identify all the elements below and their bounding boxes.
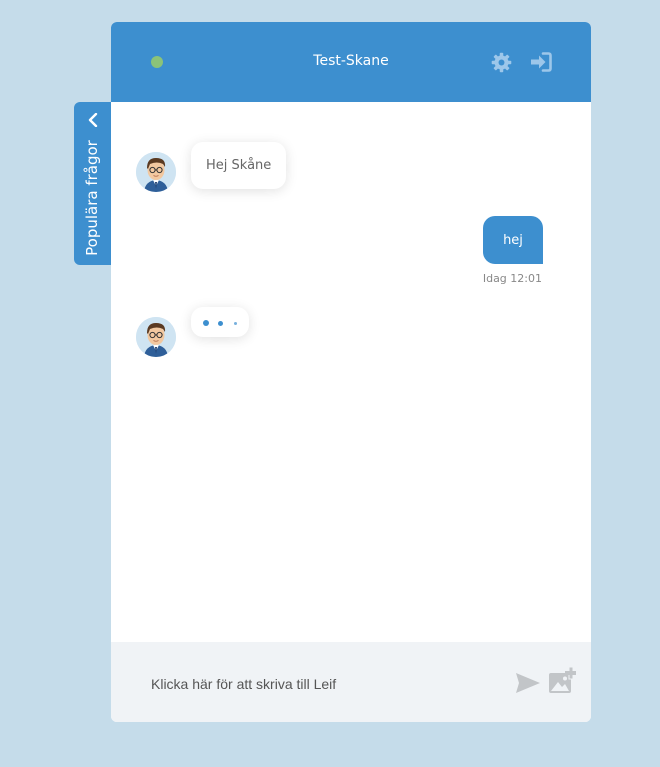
bot-avatar xyxy=(136,317,176,357)
bot-avatar xyxy=(136,152,176,192)
message-timestamp: Idag 12:01 xyxy=(482,272,542,285)
chat-window: Test-Skane Hej Skåne hej Idag 12:01 Klic… xyxy=(111,22,591,722)
user-message-bubble: hej xyxy=(483,216,543,264)
popular-questions-tab[interactable]: Populära frågor xyxy=(74,102,111,265)
typing-dot xyxy=(203,320,209,326)
message-input[interactable] xyxy=(151,673,491,695)
typing-dot xyxy=(234,321,237,325)
message-list: Hej Skåne hej Idag 12:01 xyxy=(111,102,591,642)
chat-title: Test-Skane xyxy=(313,53,389,69)
bot-message-bubble: Hej Skåne xyxy=(191,142,287,189)
chat-header: Test-Skane xyxy=(111,22,591,102)
gear-icon[interactable] xyxy=(491,52,512,78)
add-image-icon[interactable] xyxy=(548,666,577,699)
composer-bar xyxy=(111,642,591,722)
send-icon[interactable] xyxy=(515,672,541,699)
popular-questions-label: Populära frågor xyxy=(83,140,101,256)
chevron-left-icon xyxy=(74,111,111,129)
sign-in-icon[interactable] xyxy=(530,52,552,77)
typing-dot xyxy=(218,320,223,326)
typing-indicator xyxy=(191,307,249,337)
